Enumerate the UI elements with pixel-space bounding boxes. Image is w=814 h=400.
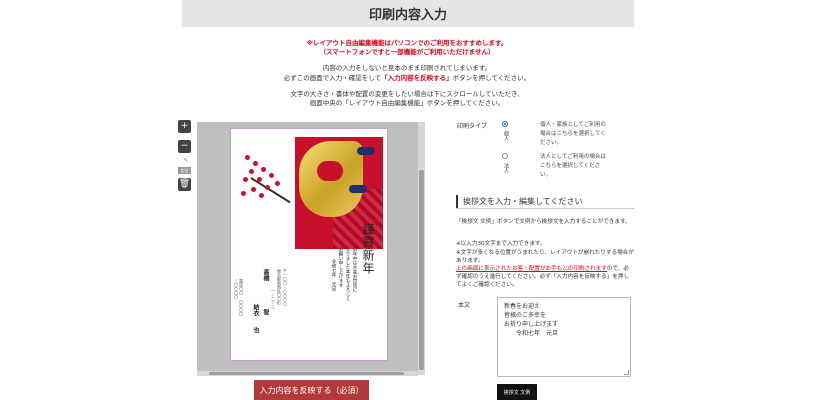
resize-handle-icon[interactable] (624, 370, 629, 375)
select-cursor-icon[interactable]: ↖ (178, 157, 194, 164)
zoom-in-icon[interactable]: + (178, 120, 191, 133)
editor-toolbar: + − ↖ 定位 🗑 (178, 120, 194, 198)
option-individual-desc: 個人・家族としてご利用の場合はこちらを選択してください。 (540, 122, 606, 146)
notice-line-4-red: 「入力内容を反映する」 (381, 74, 453, 82)
vertical-scrollbar-thumb[interactable] (419, 170, 424, 370)
sender-name-3: 結衣 (252, 304, 259, 316)
notice-line-3: 内容の入力をしないと見本のまま印刷されてしまいます。 (322, 64, 492, 72)
trash-icon[interactable]: 🗑 (178, 178, 191, 191)
sample-text-button[interactable]: 挨拶文 文例 (497, 384, 537, 400)
greeting-line-3: お願い申し上げます (338, 247, 343, 288)
body-text-value: 新春をお迎え 皆様のご多幸を お祈り申し上げます 令和七年 元旦 (504, 303, 559, 337)
notice-red-1-text: ※レイアウト自由編集機能はパソコンでのご利用をおすすめします。 (306, 39, 508, 47)
greeting-line-2: なりました本年もよろしく (345, 247, 350, 301)
notice-line-4-pre: 必ずこの画面で入力・確認をして (283, 74, 382, 82)
print-type-label: 印刷タイプ (457, 123, 488, 130)
radio-individual[interactable] (502, 121, 508, 127)
notice-red-2: （スマートフォンですと一部機能がご利用いただけません） (0, 47, 814, 57)
option-corporate-title: 法人 (503, 163, 509, 173)
vertical-scrollbar[interactable] (418, 122, 425, 375)
notice-red-2-text: （スマートフォンですと一部機能がご利用いただけません） (319, 48, 495, 56)
radio-corporate[interactable] (502, 153, 508, 159)
info-line-4-red[interactable]: 上の画面に表示されたお客・配置がお手もとの印刷されます (456, 266, 607, 272)
notice-line-6: 画面中央の「レイアウト自由編集機能」ボタンを押してください。 (309, 99, 505, 107)
greeting-line-1: 旧年中は大変お世話に (352, 247, 357, 292)
info-line-2: ※以入力30文字まで入力できます。 (456, 241, 546, 247)
postcard-preview[interactable]: 謹賀新年 旧年中は大変お世話に なりました本年もよろしく お願い申し上げます 令… (230, 128, 388, 361)
notice-line-4-post: ボタンを押してください。 (452, 74, 531, 82)
section-divider (456, 208, 634, 209)
side-line-1: 電話〇〇-〇〇〇〇 (239, 279, 244, 316)
position-reset-button[interactable]: 定位 (178, 167, 191, 174)
sender-name-4: 也 (252, 327, 259, 333)
page-title: 印刷内容入力 (182, 0, 634, 27)
horizontal-scrollbar-thumb[interactable] (209, 372, 404, 375)
section-heading: 挨拶文を入力・編集してください (456, 195, 632, 209)
option-corporate-desc: 法人としてご利用の場合はこちらを選択してください。 (540, 154, 606, 178)
greeting-date: 令和七年 元旦 (331, 259, 336, 291)
side-line-2: ー〇〇〇〇 (234, 279, 239, 299)
horizontal-scrollbar[interactable] (197, 371, 418, 376)
body-text-input[interactable]: 新春をお迎え 皆様のご多幸を お祈り申し上げます 令和七年 元旦 (497, 297, 631, 377)
address-line-3: 一ー二ー三 (271, 289, 276, 309)
greeting-big-text: 謹賀新年 (361, 223, 375, 275)
info-line-3: ※文字が多くなる位置がうまれたり、レイアウトが崩れたりする場合があります。 (456, 250, 634, 264)
plum-blossom-illustration (239, 147, 297, 204)
info-line-1: 「挨拶文 文例」ボタンで文例から挨拶文を入力することができます。 (456, 219, 631, 225)
info-line-4: 上の画面に表示されたお客・配置がお手もとの印刷されますので、必ず確認のうえ進行し… (456, 265, 634, 289)
address-line-1: 〒一〇〇-〇〇〇〇 (283, 269, 288, 306)
sender-name-2: 智 (262, 309, 269, 315)
notice-line-4: 必ずこの画面で入力・確認をして「入力内容を反映する」ボタンを押してください。 (0, 73, 814, 83)
option-individual-title: 個人 (503, 131, 509, 141)
address-line-2: 東京都新宿区〇〇町 (277, 269, 282, 305)
sender-name-1: 高橋 (262, 269, 269, 281)
submit-reflect-button[interactable]: 入力内容を反映する（必須） (254, 380, 369, 400)
body-text-label: 本文 (458, 302, 471, 309)
zoom-out-icon[interactable]: − (178, 140, 191, 153)
